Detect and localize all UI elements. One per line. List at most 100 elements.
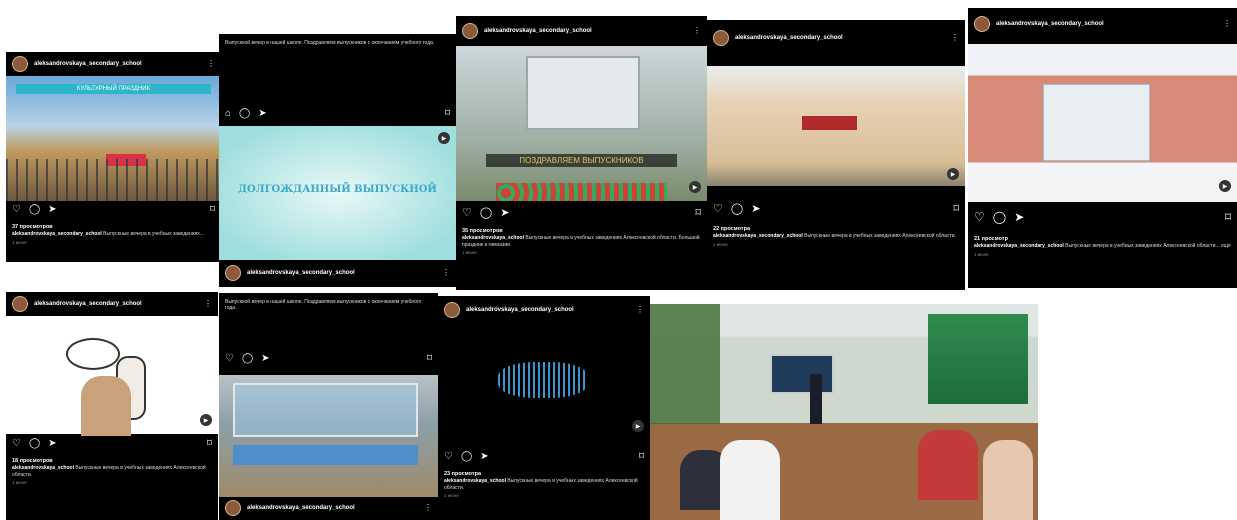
comment-icon[interactable]: ◯ — [993, 210, 1006, 224]
post-image[interactable]: ▶ — [6, 316, 218, 436]
video-icon[interactable]: ▶ — [947, 168, 959, 180]
heart-icon[interactable]: ♡ — [974, 210, 985, 224]
bookmark-icon[interactable]: ⌑ — [1225, 210, 1231, 224]
heart-icon[interactable]: ♡ — [444, 451, 453, 462]
post-image[interactable]: ДОЛГОЖДАННЫЙ ВЫПУСКНОЙ ▶ — [219, 126, 456, 260]
avatar[interactable] — [225, 265, 241, 281]
caption-text: Выпускной вечер в нашей школе. Поздравля… — [225, 299, 422, 312]
bookmark-icon[interactable]: ⌑ — [445, 108, 450, 119]
view-count: 35 просмотров — [462, 228, 503, 234]
avatar[interactable] — [713, 30, 729, 46]
post-image[interactable]: ▶ — [707, 66, 965, 186]
send-icon[interactable]: ➤ — [1014, 210, 1024, 224]
flowers — [496, 183, 667, 201]
username[interactable]: aleksandrovskaya_secondary_school — [996, 21, 1104, 27]
username[interactable]: aleksandrovskaya_secondary_school — [34, 301, 142, 307]
comment-icon[interactable]: ◯ — [242, 353, 253, 364]
comment-icon[interactable]: ◯ — [731, 202, 743, 215]
post-header: aleksandrovskaya_secondary_school ⋮ — [707, 20, 965, 56]
post-header: aleksandrovskaya_secondary_school ⋮ — [6, 52, 221, 76]
caption-username[interactable]: aleksandrovskaya_secondary_school — [12, 231, 102, 237]
send-icon[interactable]: ➤ — [258, 108, 266, 119]
username[interactable]: aleksandrovskaya_secondary_school — [34, 61, 142, 67]
send-icon[interactable]: ➤ — [48, 204, 56, 215]
send-icon[interactable]: ➤ — [500, 206, 509, 219]
username[interactable]: aleksandrovskaya_secondary_school — [247, 270, 355, 276]
more-icon[interactable]: ⋮ — [693, 27, 701, 35]
student — [983, 440, 1033, 520]
post-header: aleksandrovskaya_secondary_school ⋮ — [456, 16, 707, 46]
post-image[interactable] — [219, 375, 438, 497]
video-icon[interactable]: ▶ — [632, 420, 644, 432]
comment-icon[interactable]: ◯ — [29, 204, 40, 215]
bookmark-icon[interactable]: ⌑ — [427, 353, 432, 364]
video-icon[interactable]: ▶ — [200, 414, 212, 426]
heart-icon[interactable]: ♡ — [12, 438, 21, 449]
avatar[interactable] — [444, 302, 460, 318]
post-card: aleksandrovskaya_secondary_school ⋮ ▶ ♡ ◯… — [6, 292, 218, 520]
more-icon[interactable]: ⋮ — [442, 269, 450, 277]
bookmark-icon[interactable]: ⌑ — [953, 202, 959, 215]
avatar[interactable] — [12, 296, 28, 312]
heart-icon[interactable]: ♡ — [12, 204, 21, 215]
caption-username[interactable]: aleksandrovskaya_secondary_school — [713, 233, 803, 239]
send-icon[interactable]: ➤ — [751, 202, 760, 215]
action-bar: ♡ ◯ ➤ ⌑ — [6, 204, 221, 215]
action-bar: ♡ ◯ ➤ ⌑ — [968, 210, 1237, 224]
more-icon[interactable]: ⋮ — [204, 300, 212, 308]
send-icon[interactable]: ➤ — [261, 353, 269, 364]
caption-username[interactable]: aleksandrovskaya_school — [444, 478, 506, 484]
wall-poster — [928, 314, 1028, 404]
caption: aleksandrovskaya_school Выпускные вечера… — [456, 234, 707, 249]
more-icon[interactable]: ⋮ — [1223, 20, 1231, 28]
more-icon[interactable]: ⋮ — [951, 34, 959, 42]
caption-text: Выпускные вечера в учебных заведениях Ал… — [1065, 243, 1231, 249]
post-date: 1 июня — [974, 251, 989, 257]
post-image[interactable]: ▶ — [438, 324, 650, 444]
video-icon[interactable]: ▶ — [438, 132, 450, 144]
comment-icon[interactable]: ◯ — [29, 438, 40, 449]
bookmark-icon[interactable]: ⌑ — [639, 451, 644, 462]
send-icon[interactable]: ➤ — [48, 438, 56, 449]
heart-icon[interactable]: ♡ — [225, 353, 234, 364]
caption-username[interactable]: aleksandrovskaya_school — [12, 465, 74, 471]
comment-icon[interactable]: ◯ — [480, 206, 492, 219]
bookmark-icon[interactable]: ⌑ — [207, 438, 212, 449]
avatar[interactable] — [974, 16, 990, 32]
view-count: 21 просмотр — [974, 236, 1008, 242]
caption-text: Выпускной вечер в нашей школе. Поздравля… — [225, 40, 435, 46]
post-image[interactable]: КУЛЬТУРНЫЙ ПРАЗДНИК — [6, 76, 221, 201]
username[interactable]: aleksandrovskaya_secondary_school — [466, 307, 574, 313]
username[interactable]: aleksandrovskaya_secondary_school — [247, 505, 355, 511]
comment-icon[interactable]: ◯ — [239, 108, 250, 119]
post-image[interactable]: ▶ — [968, 44, 1237, 202]
post-card: Выпускной вечер в нашей школе. Поздравля… — [219, 293, 438, 520]
entrance — [1043, 84, 1150, 161]
avatar[interactable] — [462, 23, 478, 39]
hand — [81, 376, 131, 436]
home-icon[interactable]: ⌂ — [225, 108, 231, 119]
video-icon[interactable]: ▶ — [1219, 180, 1231, 192]
caption-username[interactable]: aleksandrovskaya_secondary_school — [974, 243, 1064, 249]
more-icon[interactable]: ⋮ — [636, 306, 644, 314]
caption-text: Выпускные вечера в учебных заведениях Ал… — [804, 233, 956, 239]
send-icon[interactable]: ➤ — [480, 451, 488, 462]
post-image[interactable]: ПОЗДРАВЛЯЕМ ВЫПУСКНИКОВ ▶ — [456, 46, 707, 201]
username[interactable]: aleksandrovskaya_secondary_school — [735, 35, 843, 41]
avatar[interactable] — [12, 56, 28, 72]
more-icon[interactable]: ⋮ — [424, 504, 432, 512]
video-icon[interactable]: ▶ — [689, 181, 701, 193]
bookmark-icon[interactable]: ⌑ — [210, 204, 215, 215]
comment-icon[interactable]: ◯ — [461, 451, 472, 462]
avatar[interactable] — [225, 500, 241, 516]
heart-icon[interactable]: ♡ — [462, 206, 472, 219]
more-icon[interactable]: ⋮ — [207, 60, 215, 68]
bookmark-icon[interactable]: ⌑ — [695, 206, 701, 219]
heart-icon[interactable]: ♡ — [713, 202, 723, 215]
fence — [6, 159, 221, 201]
action-bar: ♡ ◯ ➤ ⌑ — [456, 206, 707, 219]
window-frame — [233, 383, 418, 437]
username[interactable]: aleksandrovskaya_secondary_school — [484, 28, 592, 34]
caption-username[interactable]: aleksandrovskaya_school — [462, 235, 524, 241]
student — [918, 430, 978, 500]
